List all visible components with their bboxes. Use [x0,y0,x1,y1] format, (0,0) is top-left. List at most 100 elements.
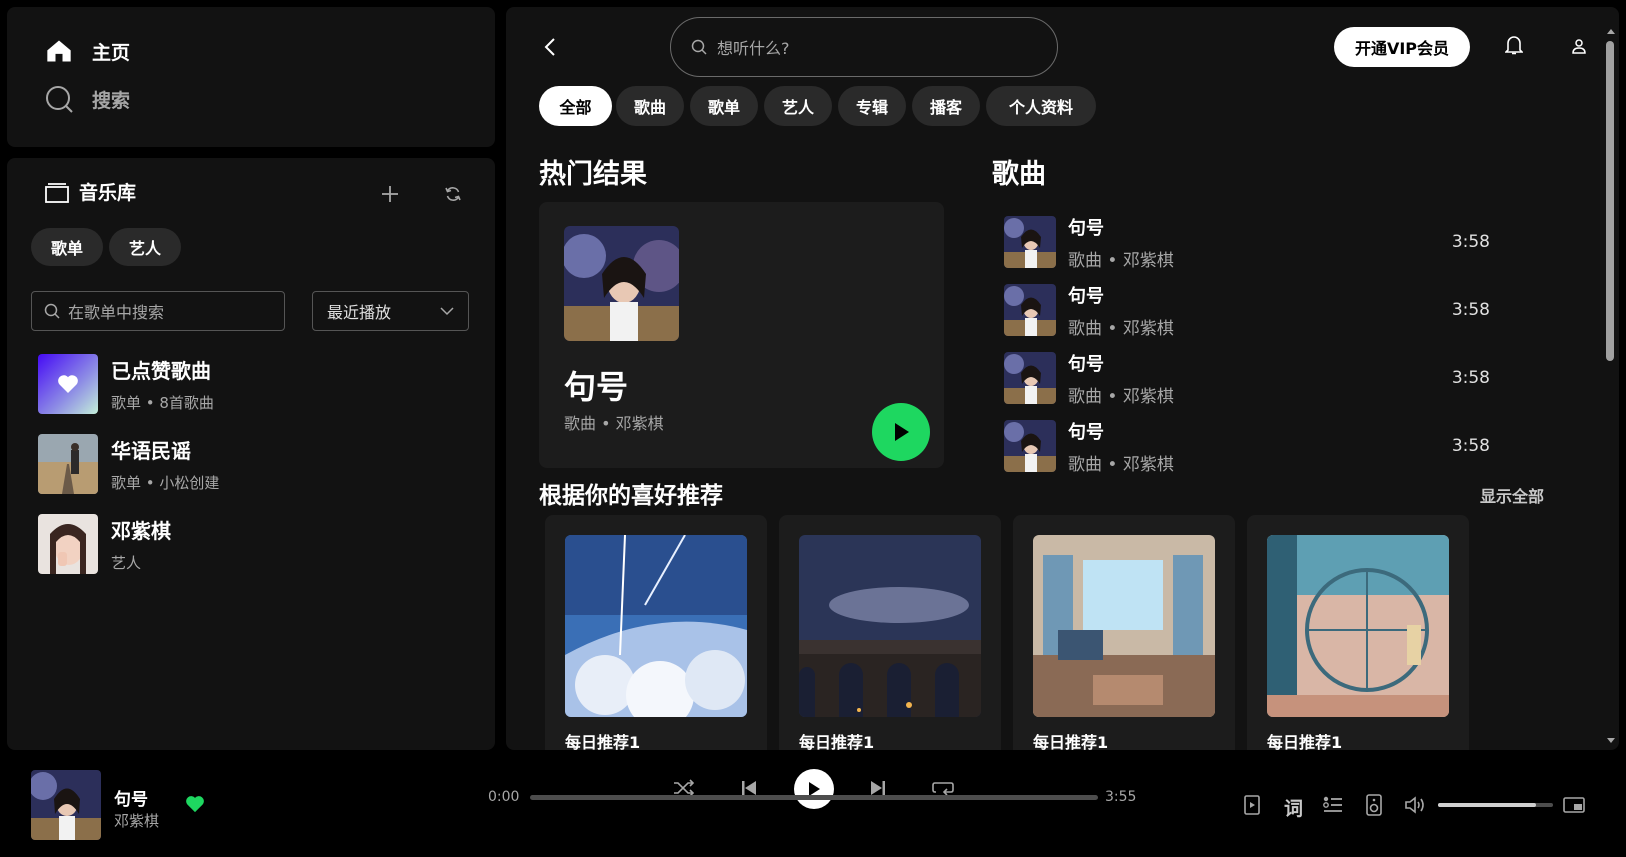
recommendation-card[interactable]: 每日推荐1 [545,515,767,750]
recommendation-cover [565,535,747,717]
liked-heart-icon[interactable] [185,795,205,813]
recommendation-card[interactable]: 每日推荐1 [779,515,1001,750]
search-placeholder: 想听什么? [717,39,790,58]
library-chip-playlists[interactable]: 歌单 [31,228,104,266]
nav-search-label: 搜索 [92,89,131,112]
refresh-icon[interactable] [445,186,461,202]
now-playing-cover[interactable] [31,770,101,840]
user-icon[interactable] [1571,38,1587,54]
heart-icon [57,374,79,394]
recommendation-cover [1267,535,1449,717]
vip-button[interactable]: 开通VIP会员 [1334,27,1470,67]
nav-home[interactable]: 主页 [45,37,130,65]
recommendation-card[interactable]: 每日推荐1 [1013,515,1235,750]
song-title: 句号 [1068,217,1104,239]
recommendation-cover [799,535,981,717]
song-subtitle: 歌曲 • 邓紫棋 [1068,250,1174,271]
queue-icon[interactable] [1323,796,1343,814]
library-search-input[interactable]: 在歌单中搜索 [31,291,285,331]
scroll-up-icon[interactable] [1606,27,1616,35]
nav-home-label: 主页 [92,41,131,64]
sort-select-value: 最近播放 [327,303,392,322]
library-item-title: 华语民谣 [111,439,191,463]
top-result-play-button[interactable] [872,403,930,461]
song-duration: 3:58 [1451,368,1490,388]
song-row[interactable]: 句号 歌曲 • 邓紫棋 3:58 [1004,208,1524,276]
nav-search[interactable]: 搜索 [45,85,130,113]
songs-heading: 歌曲 [992,159,1046,190]
connect-device-icon[interactable] [1366,794,1382,816]
top-result-title: 句号 [564,368,629,406]
top-result-heading: 热门结果 [539,159,647,190]
progress-bar[interactable] [530,795,1098,800]
total-time: 3:55 [1105,789,1137,805]
library-header[interactable]: 音乐库 [45,178,136,205]
lyrics-button[interactable]: 词 [1284,794,1303,821]
nav-panel: 主页 搜索 [7,7,495,147]
scrollbar-thumb[interactable] [1606,41,1614,361]
song-cover [1004,352,1056,404]
sort-select[interactable]: 最近播放 [312,291,469,331]
bell-icon[interactable] [1505,35,1523,55]
play-pause-button[interactable] [794,769,834,809]
song-row[interactable]: 句号 歌曲 • 邓紫棋 3:58 [1004,276,1524,344]
song-duration: 3:58 [1451,232,1490,252]
library-search-placeholder: 在歌单中搜索 [68,303,165,322]
filter-chip-albums[interactable]: 专辑 [838,86,906,126]
player-bar: 句号 邓紫棋 0:00 3:55 词 [0,757,1626,857]
next-icon[interactable] [870,780,886,796]
library-panel: 音乐库 歌单 艺人 在歌单中搜索 最近播放 已点赞歌曲 歌单 • 8首歌曲 华语… [7,158,495,750]
filter-chip-playlists[interactable]: 歌单 [690,86,758,126]
library-title: 音乐库 [79,182,137,204]
recommendation-label: 每日推荐1 [1267,733,1343,750]
top-result-subtitle: 歌曲 • 邓紫棋 [564,414,664,433]
now-playing-view-icon[interactable] [1244,795,1260,815]
song-subtitle: 歌曲 • 邓紫棋 [1068,318,1174,339]
library-item-folk-playlist[interactable]: 华语民谣 歌单 • 小松创建 [38,434,219,494]
song-row[interactable]: 句号 歌曲 • 邓紫棋 3:58 [1004,344,1524,412]
library-item-liked-songs[interactable]: 已点赞歌曲 歌单 • 8首歌曲 [38,354,214,414]
song-cover [1004,216,1056,268]
elapsed-time: 0:00 [488,789,520,805]
song-title: 句号 [1068,421,1104,443]
volume-fill [1438,803,1536,807]
artist-avatar [38,514,98,574]
scroll-down-icon[interactable] [1606,737,1616,745]
recommendation-label: 每日推荐1 [799,733,875,750]
song-subtitle: 歌曲 • 邓紫棋 [1068,386,1174,407]
filter-chip-artists[interactable]: 艺人 [764,86,832,126]
volume-icon[interactable] [1405,796,1425,814]
library-item-title: 已点赞歌曲 [111,359,211,383]
top-result-card[interactable]: 句号 歌曲 • 邓紫棋 [539,202,944,468]
add-icon[interactable] [381,185,399,203]
recommendation-card[interactable]: 每日推荐1 [1247,515,1469,750]
search-icon [691,39,707,55]
back-arrow-icon[interactable] [544,38,556,56]
search-input[interactable]: 想听什么? [670,17,1058,77]
previous-icon[interactable] [741,780,757,796]
show-all-link[interactable]: 显示全部 [1480,483,1544,507]
filter-chip-all[interactable]: 全部 [539,86,612,126]
library-item-title: 邓紫棋 [111,519,171,543]
now-playing-artist[interactable]: 邓紫棋 [114,810,159,831]
library-chip-artists[interactable]: 艺人 [109,228,182,266]
recommendation-cover [1033,535,1215,717]
library-icon [45,181,69,203]
song-subtitle: 歌曲 • 邓紫棋 [1068,454,1174,475]
song-row[interactable]: 句号 歌曲 • 邓紫棋 3:58 [1004,412,1524,480]
song-cover [1004,420,1056,472]
song-duration: 3:58 [1451,436,1490,456]
now-playing-title[interactable]: 句号 [114,785,148,810]
library-item-artist[interactable]: 邓紫棋 艺人 [38,514,171,574]
home-icon [45,37,73,65]
volume-slider[interactable] [1438,803,1553,807]
filter-chip-profiles[interactable]: 个人资料 [986,86,1096,126]
filter-chip-podcasts[interactable]: 播客 [912,86,980,126]
mini-player-icon[interactable] [1563,797,1585,813]
song-title: 句号 [1068,353,1104,375]
search-icon [45,85,73,113]
play-icon [892,422,910,442]
filter-chip-songs[interactable]: 歌曲 [616,86,684,126]
song-cover [1004,284,1056,336]
main-scrollbar[interactable] [1604,27,1616,745]
